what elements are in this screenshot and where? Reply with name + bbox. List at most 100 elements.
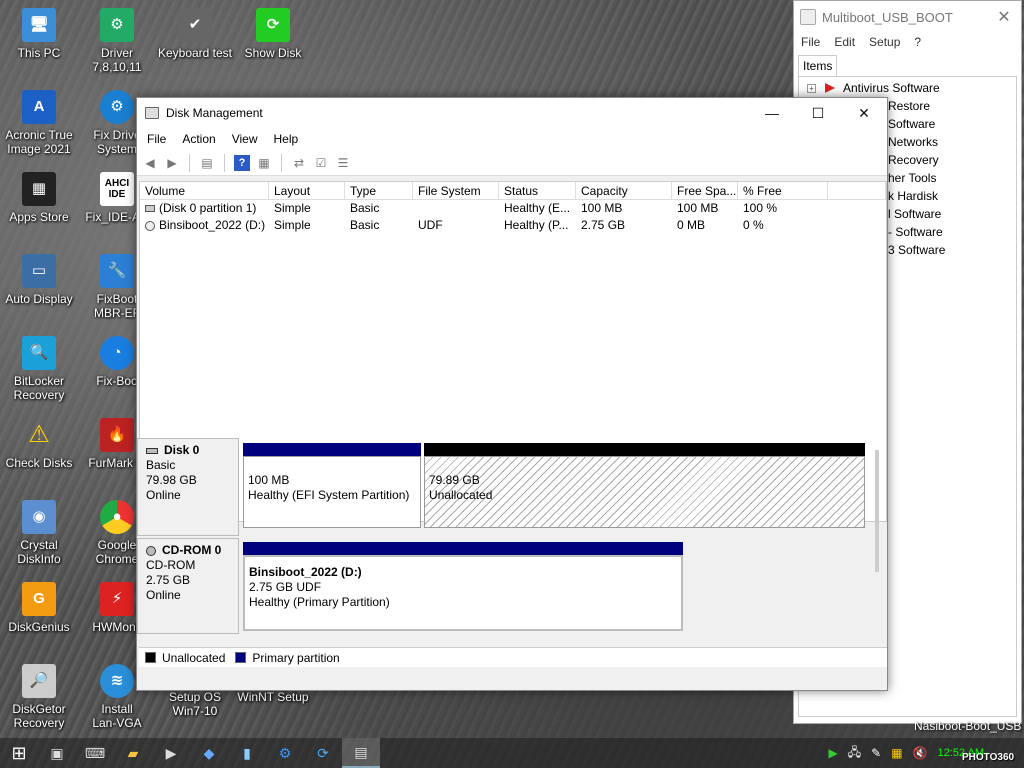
- details-icon[interactable]: ☰: [335, 155, 351, 171]
- partition-efi[interactable]: 100 MB Healthy (EFI System Partition): [243, 443, 421, 528]
- desktop-icon-winnt-setup[interactable]: WinNT Setup: [230, 690, 316, 704]
- tab-items[interactable]: Items: [798, 55, 838, 76]
- desktop-icon-check-disks[interactable]: ⚠ Check Disks: [0, 418, 78, 471]
- col-filler: [828, 182, 886, 199]
- disk-status: Online: [146, 588, 181, 602]
- cell-percent-free: 100 %: [743, 201, 778, 215]
- menu-view[interactable]: View: [232, 132, 258, 146]
- desktop-icon-diskgenius[interactable]: G DiskGenius: [0, 582, 78, 634]
- disk-mgmt-task-icon[interactable]: ▤: [342, 738, 380, 768]
- menu-file[interactable]: File: [801, 35, 820, 49]
- col-type[interactable]: Type: [345, 182, 413, 199]
- checklist-icon[interactable]: ☑: [313, 155, 329, 171]
- forward-icon[interactable]: ▶: [164, 155, 180, 171]
- col-status[interactable]: Status: [499, 182, 576, 199]
- close-icon[interactable]: ✕: [987, 7, 1021, 27]
- cell-volume: Binsiboot_2022 (D:): [159, 218, 266, 232]
- app-icon[interactable]: ◆: [190, 738, 228, 768]
- legend-swatch-primary: [235, 652, 247, 663]
- desktop-icon-label: DiskGenius: [8, 620, 70, 634]
- back-icon[interactable]: ◀: [142, 155, 158, 171]
- menu-action[interactable]: Action: [182, 132, 215, 146]
- disk-status: Online: [146, 488, 181, 502]
- partition-bar: [424, 443, 865, 456]
- desktop-icon-apps-store[interactable]: ▦ Apps Store: [0, 172, 78, 224]
- menu-help[interactable]: ?: [914, 35, 921, 49]
- close-icon[interactable]: ✕: [841, 105, 887, 122]
- legend-swatch-unallocated: [145, 652, 156, 663]
- desktop-icon-keyboard-test[interactable]: ✔ Keyboard test: [156, 8, 234, 60]
- menu-help[interactable]: Help: [274, 132, 299, 146]
- col-percent-free[interactable]: % Free: [738, 182, 828, 199]
- menu-edit[interactable]: Edit: [834, 35, 855, 49]
- drive-icon[interactable]: ▮: [228, 738, 266, 768]
- start-windows-icon[interactable]: ⊞: [0, 738, 38, 768]
- cell-percent-free: 0 %: [743, 218, 764, 232]
- keyboard-icon[interactable]: ⌨: [76, 738, 114, 768]
- menu-file[interactable]: File: [147, 132, 166, 146]
- table-row[interactable]: (Disk 0 partition 1) Simple Basic Health…: [140, 200, 886, 217]
- desktop-icon-bitlocker[interactable]: 🔍 BitLocker Recovery: [0, 336, 78, 402]
- desktop-icon-label: Acronic True Image 2021: [5, 128, 73, 156]
- display-icon: ▭: [22, 254, 56, 288]
- table-row[interactable]: Binsiboot_2022 (D:) Simple Basic UDF Hea…: [140, 217, 886, 234]
- app-tool-icon[interactable]: ▣: [38, 738, 76, 768]
- tree-item-label: Antivirus Software: [843, 81, 940, 95]
- desktop-icon-acronis[interactable]: A Acronic True Image 2021: [0, 90, 78, 156]
- properties-icon[interactable]: ▦: [256, 155, 272, 171]
- antivirus-icon: [825, 83, 835, 93]
- folder-icon[interactable]: ▰: [114, 738, 152, 768]
- col-capacity[interactable]: Capacity: [576, 182, 672, 199]
- partition-unallocated[interactable]: 79.89 GB Unallocated: [424, 443, 865, 528]
- desktop-icon-setup-os[interactable]: Setup OS Win7-10: [156, 690, 234, 718]
- cdrom0-label[interactable]: CD-ROM 0 CD-ROM 2.75 GB Online: [137, 538, 239, 634]
- disk-size: 2.75 GB: [146, 573, 191, 587]
- partition-size: 100 MB: [248, 473, 290, 487]
- wifi-icon: ≋: [100, 664, 134, 698]
- col-layout[interactable]: Layout: [269, 182, 345, 199]
- toolbar-separator: [189, 153, 190, 172]
- volume-mute-icon[interactable]: 🔇: [913, 746, 928, 760]
- desktop-icon-auto-display[interactable]: ▭ Auto Display: [0, 254, 78, 306]
- diskmgmt-titlebar[interactable]: Disk Management — ☐ ✕: [137, 98, 887, 128]
- media-player-icon[interactable]: ▶: [152, 738, 190, 768]
- partition-cdrom[interactable]: Binsiboot_2022 (D:) 2.75 GB UDF Healthy …: [243, 542, 683, 631]
- desktop-icon-label: Keyboard test: [157, 46, 233, 60]
- col-volume[interactable]: Volume: [140, 182, 269, 199]
- desktop-icon-this-pc[interactable]: 🖥 This PC: [0, 8, 78, 60]
- desktop-icon-diskgetor[interactable]: 🔎 DiskGetor Recovery: [0, 664, 78, 730]
- col-file-system[interactable]: File System: [413, 182, 499, 199]
- note-icon[interactable]: ▦: [891, 746, 902, 760]
- gear-icon[interactable]: ⚙: [266, 738, 304, 768]
- partition-size: 79.89 GB: [429, 473, 480, 487]
- acronis-icon: A: [22, 90, 56, 124]
- play-icon[interactable]: ▶: [829, 746, 838, 760]
- connect-icon[interactable]: ⇄: [291, 155, 307, 171]
- multiboot-tabs: Items: [798, 55, 1017, 77]
- disk0-label[interactable]: Disk 0 Basic 79.98 GB Online: [137, 438, 239, 536]
- maximize-icon[interactable]: ☐: [795, 105, 841, 122]
- pen-icon[interactable]: ✎: [871, 746, 881, 760]
- tree-item[interactable]: + Antivirus Software: [799, 79, 1016, 97]
- col-free-space[interactable]: Free Spa...: [672, 182, 738, 199]
- cell-status: Healthy (P...: [504, 218, 569, 232]
- multiboot-titlebar[interactable]: Multiboot_USB_BOOT ✕: [794, 1, 1021, 33]
- desktop-icon-crystaldiskinfo[interactable]: ◉ Crystal DiskInfo: [0, 500, 78, 566]
- desktop-icon-show-disk[interactable]: ⟳ Show Disk: [234, 8, 312, 60]
- desktop-icon-label: This PC: [17, 46, 61, 60]
- expand-icon[interactable]: +: [807, 83, 816, 93]
- legend-primary: Primary partition: [252, 650, 340, 665]
- cell-capacity: 100 MB: [581, 201, 623, 215]
- refresh-icon[interactable]: ⟳: [304, 738, 342, 768]
- desktop-icon-label: Auto Display: [5, 292, 73, 306]
- diskgenius-icon: G: [22, 582, 56, 616]
- help-icon[interactable]: ?: [234, 154, 250, 171]
- menu-setup[interactable]: Setup: [869, 35, 900, 49]
- show-hide-tree-icon[interactable]: ▤: [199, 155, 215, 171]
- disk-view-scrollbar[interactable]: [875, 450, 879, 572]
- partition-status: Unallocated: [429, 488, 493, 502]
- cell-capacity: 2.75 GB: [581, 218, 626, 232]
- network-icon[interactable]: 🖧: [848, 743, 861, 764]
- desktop-icon-driver[interactable]: ⚙ Driver 7,8,10,11: [78, 8, 156, 74]
- minimize-icon[interactable]: —: [749, 105, 795, 122]
